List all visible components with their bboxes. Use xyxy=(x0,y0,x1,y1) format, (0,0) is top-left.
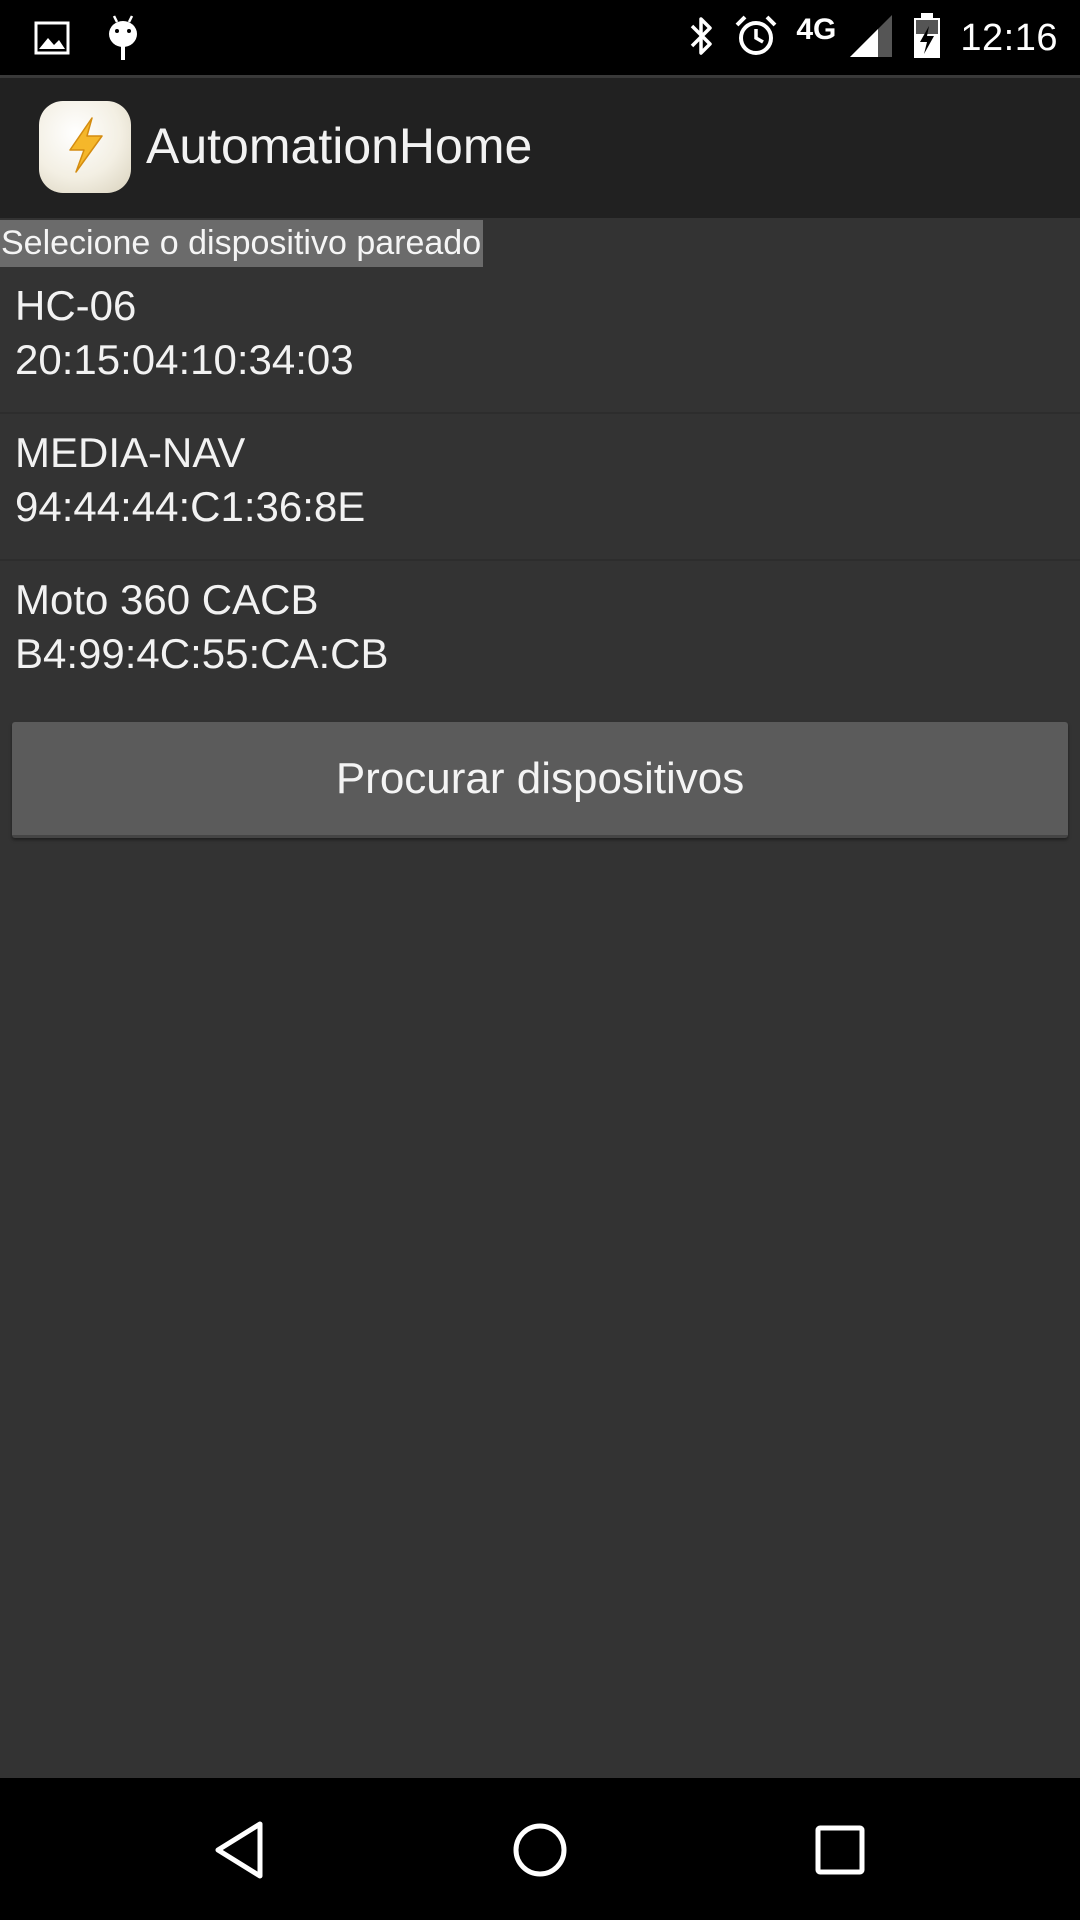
device-address: B4:99:4C:55:CA:CB xyxy=(15,630,389,677)
app-title: AutomationHome xyxy=(146,118,533,174)
main-content: Selecione o dispositivo pareado HC-06 20… xyxy=(0,218,1080,1778)
lightning-bolt-icon xyxy=(60,116,110,179)
device-address: 20:15:04:10:34:03 xyxy=(15,336,354,383)
status-bar: 4G 12:16 xyxy=(0,0,1080,75)
device-item-media-nav[interactable]: MEDIA-NAV 94:44:44:C1:36:8E xyxy=(0,414,1080,561)
battery-charging-icon xyxy=(912,12,942,65)
alarm-icon xyxy=(734,14,778,63)
device-name: MEDIA-NAV xyxy=(15,429,246,476)
back-icon[interactable] xyxy=(200,1810,280,1890)
device-name: Moto 360 CACB xyxy=(15,576,319,623)
section-label: Selecione o dispositivo pareado xyxy=(0,220,484,267)
home-icon[interactable] xyxy=(500,1810,580,1890)
app-bar: AutomationHome xyxy=(0,78,1080,218)
scan-devices-button[interactable]: Procurar dispositivos xyxy=(12,722,1068,838)
device-address: 94:44:44:C1:36:8E xyxy=(15,483,366,530)
device-item-hc-06[interactable]: HC-06 20:15:04:10:34:03 xyxy=(0,267,1080,414)
signal-icon xyxy=(848,13,894,64)
app-icon xyxy=(39,101,131,193)
device-item-moto-360[interactable]: Moto 360 CACB B4:99:4C:55:CA:CB xyxy=(0,561,1080,708)
network-type-label: 4G xyxy=(796,13,837,46)
paired-device-list: HC-06 20:15:04:10:34:03 MEDIA-NAV 94:44:… xyxy=(0,267,1080,708)
gallery-icon xyxy=(34,21,70,60)
status-clock: 12:16 xyxy=(960,16,1058,59)
bluetooth-icon xyxy=(688,14,716,63)
android-debug-icon xyxy=(106,14,140,67)
device-name: HC-06 xyxy=(15,282,137,329)
recents-icon[interactable] xyxy=(800,1810,880,1890)
navigation-bar xyxy=(0,1778,1080,1920)
